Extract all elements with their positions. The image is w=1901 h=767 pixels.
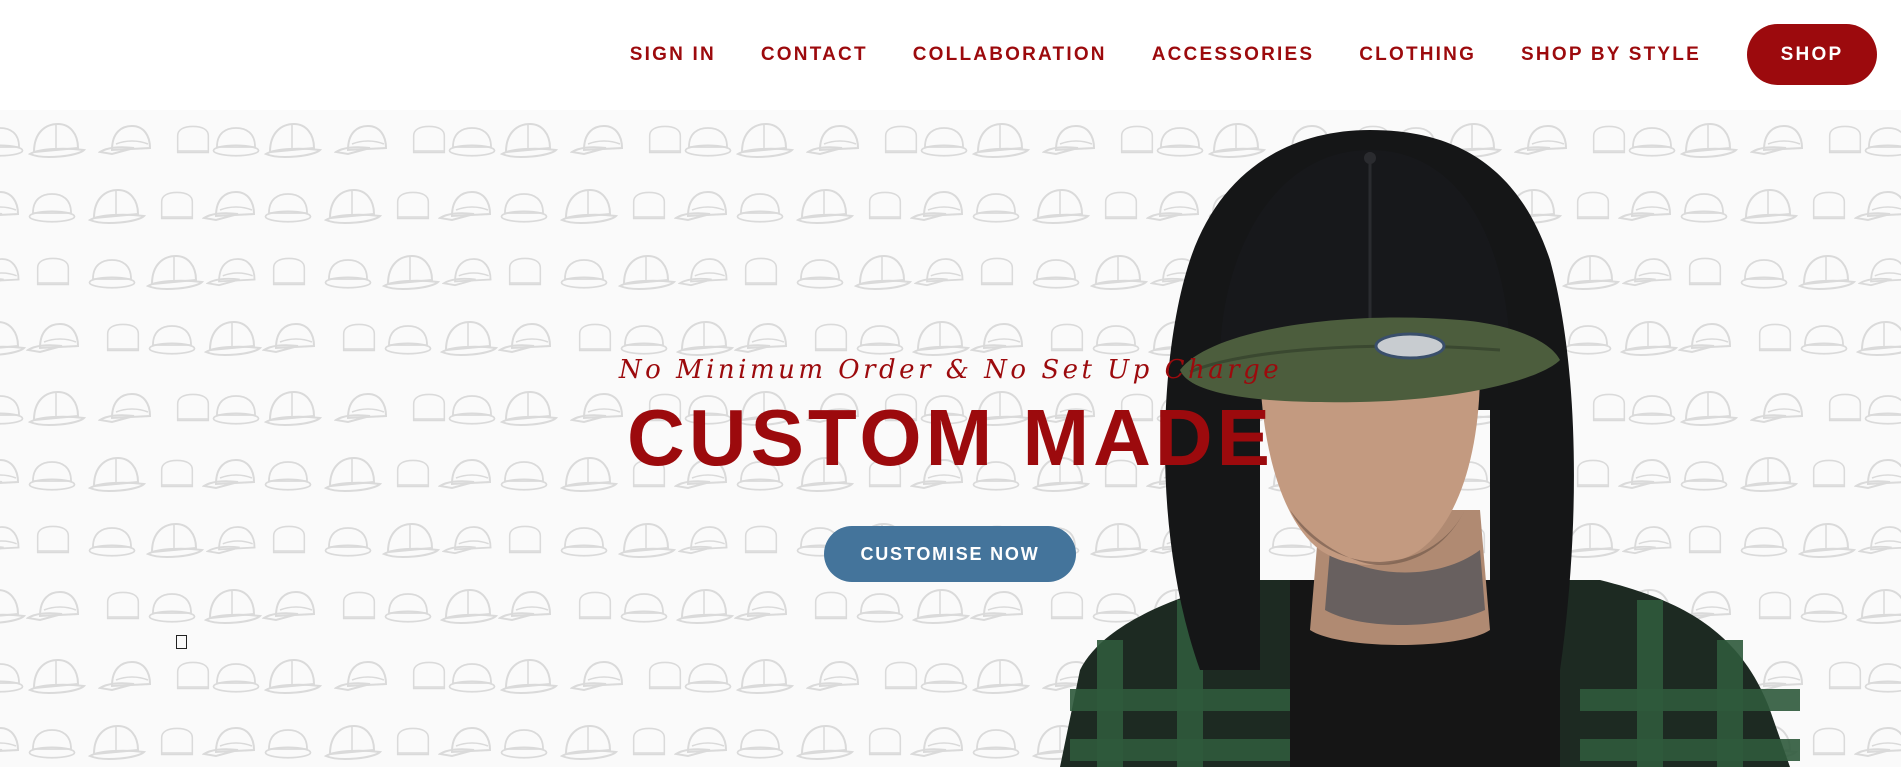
hero-banner: No Minimum Order & No Set Up Charge CUST… (0, 110, 1901, 767)
hero-headline: CUSTOM MADE (627, 393, 1274, 482)
customise-now-button[interactable]: CUSTOMISE NOW (824, 526, 1076, 582)
nav-shop-by-style[interactable]: SHOP BY STYLE (1521, 44, 1701, 66)
main-nav: SIGN IN CONTACT COLLABORATION ACCESSORIE… (630, 24, 1877, 85)
nav-clothing[interactable]: CLOTHING (1359, 44, 1476, 66)
nav-collaboration[interactable]: COLLABORATION (913, 44, 1107, 66)
shop-button[interactable]: SHOP (1747, 24, 1877, 85)
nav-accessories[interactable]: ACCESSORIES (1152, 44, 1315, 66)
hero-tagline: No Minimum Order & No Set Up Charge (618, 355, 1283, 385)
site-header: SIGN IN CONTACT COLLABORATION ACCESSORIE… (0, 0, 1901, 110)
nav-contact[interactable]: CONTACT (761, 44, 868, 66)
missing-glyph-icon (176, 635, 187, 649)
nav-sign-in[interactable]: SIGN IN (630, 44, 716, 66)
